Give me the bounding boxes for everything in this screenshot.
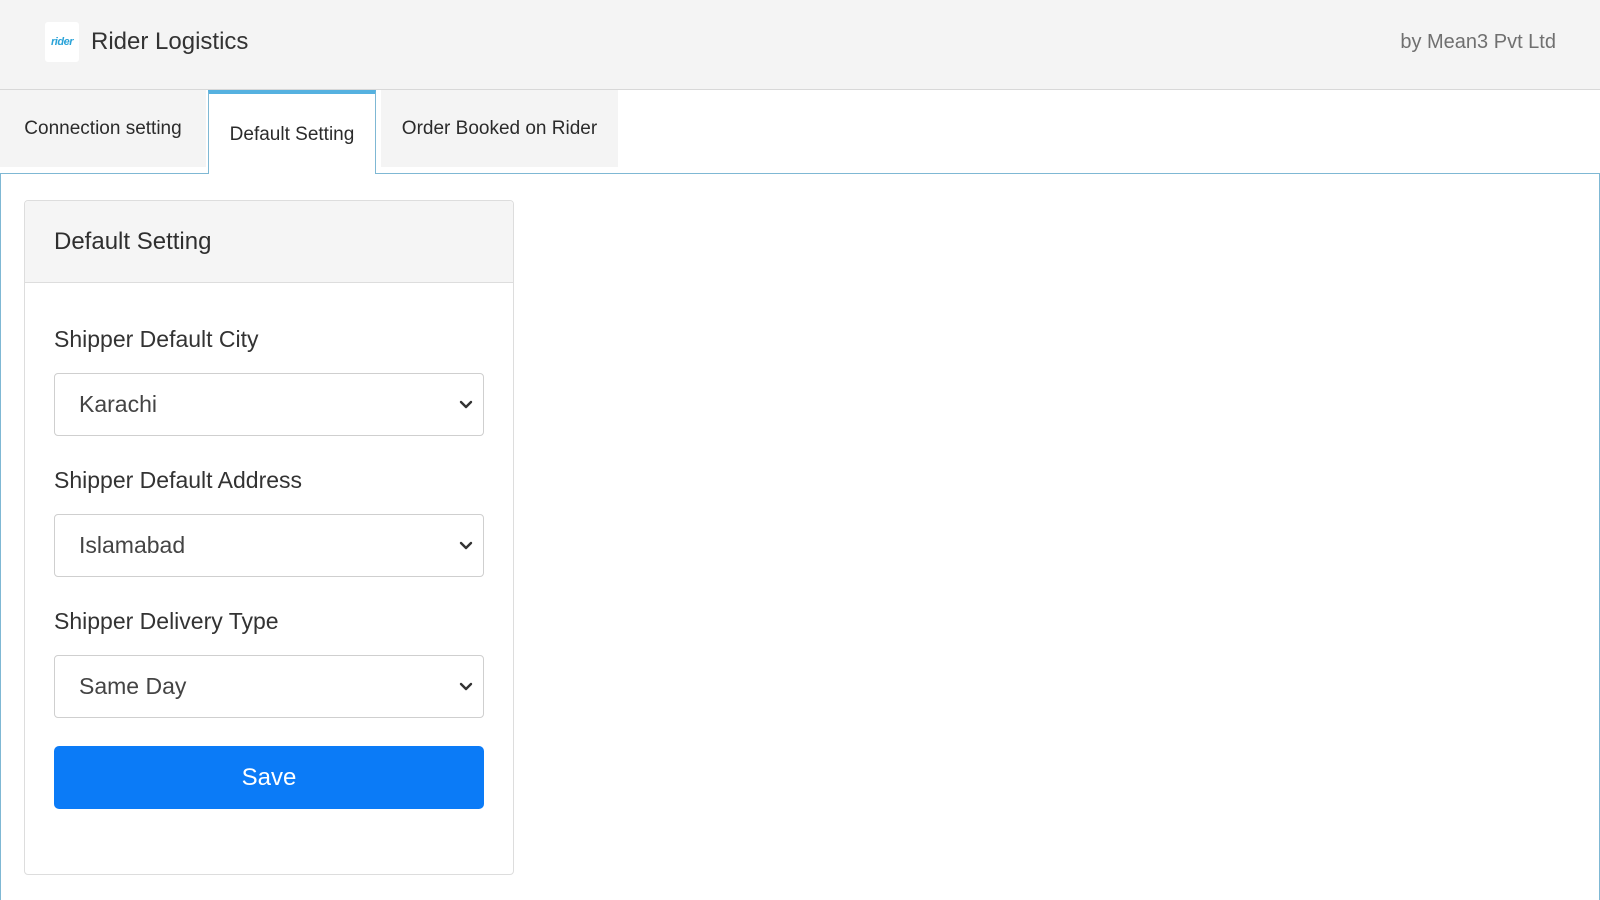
shipper-delivery-type-select[interactable]: Same Day <box>54 655 484 718</box>
chevron-down-icon <box>459 398 473 412</box>
shipper-default-city-value: Karachi <box>79 391 157 417</box>
shipper-default-address-select[interactable]: Islamabad <box>54 514 484 577</box>
app-title: Rider Logistics <box>91 28 249 55</box>
save-button[interactable]: Save <box>54 746 484 809</box>
app-header: rider Rider Logistics by Mean3 Pvt Ltd <box>0 0 1600 90</box>
shipper-default-address-label: Shipper Default Address <box>54 467 303 493</box>
tab-bar: Connection setting Default Setting Order… <box>0 90 1600 174</box>
shipper-delivery-type-label: Shipper Delivery Type <box>54 608 279 634</box>
card-title: Default Setting <box>25 201 513 283</box>
rider-logo: rider <box>45 22 79 62</box>
card-body: Shipper Default City Karachi Shipper Def… <box>25 324 513 809</box>
vendor-credit: by Mean3 Pvt Ltd <box>1400 31 1556 53</box>
shipper-default-city-select[interactable]: Karachi <box>54 373 484 436</box>
shipper-default-city-label: Shipper Default City <box>54 326 259 352</box>
tab-content-panel: Default Setting Shipper Default City Kar… <box>0 174 1600 900</box>
tab-order-booked-on-rider[interactable]: Order Booked on Rider <box>381 90 618 167</box>
tab-default-setting[interactable]: Default Setting <box>208 90 376 174</box>
default-setting-card: Default Setting Shipper Default City Kar… <box>24 200 514 875</box>
shipper-delivery-type-value: Same Day <box>79 673 187 699</box>
shipper-default-address-value: Islamabad <box>79 532 186 558</box>
chevron-down-icon <box>459 680 473 694</box>
tab-connection-setting[interactable]: Connection setting <box>0 90 206 167</box>
chevron-down-icon <box>459 539 473 553</box>
